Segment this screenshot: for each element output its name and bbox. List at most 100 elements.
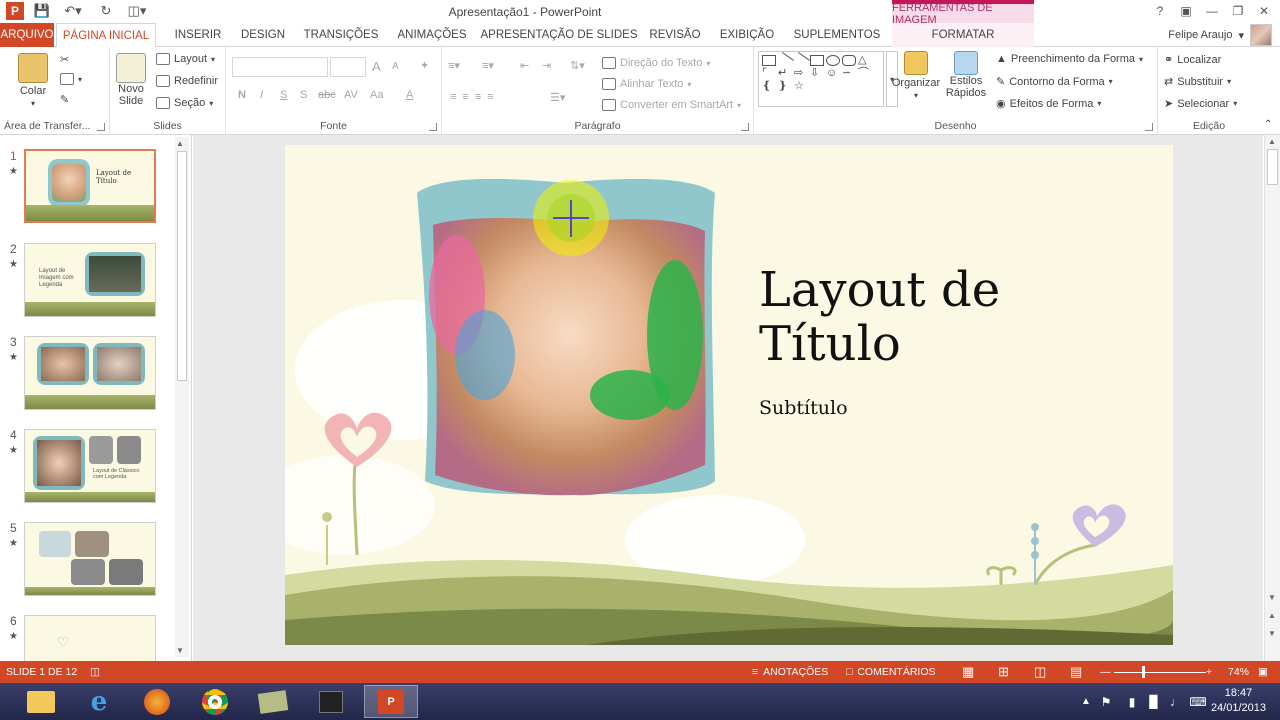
rounded-rect-shape-icon[interactable] — [842, 55, 856, 66]
elbow-connector-icon[interactable]: ⌜ — [762, 68, 776, 79]
increase-indent-icon[interactable]: ⇥ — [542, 59, 551, 72]
shape-outline-button[interactable]: ✎ Contorno da Forma ▾ — [996, 75, 1113, 89]
clear-format-icon[interactable]: ✦ — [420, 59, 429, 72]
minimize-icon[interactable]: — — [1200, 2, 1224, 20]
scroll-thumb[interactable] — [1267, 149, 1278, 185]
slide-thumbnail-5[interactable] — [24, 522, 156, 596]
arrange-button[interactable]: Organizar ▾ — [890, 51, 942, 100]
notes-button[interactable]: ≡ ANOTAÇÕES — [752, 661, 828, 683]
reading-view-icon[interactable]: ◫ — [1034, 661, 1046, 683]
slide-thumbnail-1[interactable]: Layout de Título — [24, 149, 156, 223]
elbow-arrow-icon[interactable]: ↵ — [778, 68, 792, 79]
restore-icon[interactable]: ❐ — [1226, 2, 1250, 20]
slide-canvas[interactable]: Layout de Título Subtítulo — [285, 145, 1173, 645]
select-button[interactable]: ➤ Selecionar ▾ — [1164, 97, 1237, 111]
shapes-gallery[interactable]: △ ⌜ ↵ ⇨ ⇩ ☺ ∽ ⌒ ❴ ❵ ☆ — [758, 51, 884, 107]
rectangle-shape-icon[interactable] — [810, 55, 824, 66]
volume-icon[interactable]: ♩ — [1166, 685, 1186, 718]
collapse-ribbon-icon[interactable]: ⌃ — [1264, 119, 1272, 130]
user-account[interactable]: Felipe Araujo ▾ — [1168, 23, 1272, 47]
underline-button[interactable]: S — [280, 89, 287, 101]
tab-design[interactable]: DESIGN — [236, 23, 290, 47]
normal-view-icon[interactable]: ▦ — [962, 661, 974, 683]
alignment-icons[interactable]: ≡≡≡≡ — [450, 91, 500, 103]
line-spacing-icon[interactable]: ⇅▾ — [570, 59, 585, 72]
curve-shape-icon[interactable]: ∽ — [842, 68, 856, 79]
zoom-level[interactable]: 74% — [1228, 661, 1249, 683]
tab-transicoes[interactable]: TRANSIÇÕES — [298, 23, 384, 47]
slide-sorter-icon[interactable]: ⊞ — [998, 661, 1009, 683]
help-icon[interactable]: ? — [1148, 2, 1172, 20]
text-direction-button[interactable]: Direção do Texto ▾ — [602, 57, 710, 69]
slide-thumbnail-2[interactable]: Layout de Imagem com Legenda — [24, 243, 156, 317]
zoom-in-icon[interactable]: + — [1206, 661, 1212, 683]
shape-effects-button[interactable]: ◉ Efeitos de Forma ▾ — [996, 97, 1101, 111]
show-hidden-icons[interactable]: ▲ — [1078, 685, 1094, 718]
ribbon-display-options-icon[interactable]: ▣ — [1174, 2, 1198, 20]
previous-slide-icon[interactable]: ▲ — [1268, 611, 1276, 620]
cut-button[interactable]: ✂ — [60, 53, 69, 66]
bold-button[interactable]: N — [238, 89, 246, 101]
triangle-shape-icon[interactable]: △ — [858, 55, 872, 66]
tab-pagina-inicial[interactable]: PÁGINA INICIAL — [56, 23, 156, 48]
arc-shape-icon[interactable]: ⌒ — [858, 68, 872, 79]
format-painter-button[interactable]: ✎ — [60, 93, 69, 106]
video-editor-icon[interactable] — [304, 685, 358, 718]
char-spacing-button[interactable]: AV — [344, 89, 358, 101]
shadow-button[interactable]: S — [300, 89, 307, 101]
star-shape-icon[interactable]: ☆ — [794, 81, 808, 92]
text-box-shape-icon[interactable] — [762, 55, 776, 66]
zoom-slider[interactable] — [1114, 661, 1206, 683]
font-launcher-icon[interactable] — [429, 123, 437, 131]
bullets-icon[interactable]: ≡▾ — [448, 59, 460, 72]
spelling-icon[interactable]: ◫ — [90, 661, 100, 683]
scroll-down-icon[interactable]: ▼ — [1268, 593, 1276, 602]
next-slide-icon[interactable]: ▼ — [1268, 629, 1276, 638]
tab-formatar[interactable]: FORMATAR — [892, 23, 1034, 47]
find-button[interactable]: ⚭ Localizar — [1164, 53, 1221, 67]
shape-fill-button[interactable]: ▲ Preenchimento da Forma ▾ — [996, 53, 1143, 65]
slideshow-view-icon[interactable]: ▤ — [1070, 661, 1082, 683]
strikethrough-button[interactable]: abc — [318, 89, 336, 101]
thumbnail-scrollbar[interactable]: ▲ ▼ — [175, 137, 189, 657]
battery-icon[interactable]: ▮ — [1124, 685, 1140, 718]
keyboard-icon[interactable]: ⌨ — [1188, 685, 1208, 718]
tab-suplementos[interactable]: SUPLEMENTOS — [788, 23, 886, 47]
close-icon[interactable]: ✕ — [1252, 2, 1276, 20]
comments-button[interactable]: □ COMENTÁRIOS — [846, 661, 936, 683]
replace-button[interactable]: ⇄ Substituir ▾ — [1164, 75, 1231, 89]
section-button[interactable]: Seção ▾ — [156, 97, 213, 109]
clipboard-launcher-icon[interactable] — [97, 123, 105, 131]
convert-smartart-button[interactable]: Converter em SmartArt ▾ — [602, 99, 741, 111]
zoom-out-icon[interactable]: — — [1100, 661, 1111, 683]
align-text-button[interactable]: Alinhar Texto ▾ — [602, 78, 691, 90]
tab-animacoes[interactable]: ANIMAÇÕES — [392, 23, 472, 47]
taskbar-clock[interactable]: 18:47 24/01/2013 — [1211, 686, 1266, 716]
change-case-button[interactable]: Aa — [370, 89, 383, 101]
scroll-down-icon[interactable]: ▼ — [176, 646, 184, 655]
smiley-shape-icon[interactable]: ☺ — [826, 68, 840, 79]
slide-subtitle[interactable]: Subtítulo — [759, 397, 848, 419]
paragraph-launcher-icon[interactable] — [741, 123, 749, 131]
powerpoint-taskbar-icon[interactable]: P — [364, 685, 418, 718]
grow-font-button[interactable]: A — [372, 59, 381, 74]
bracket-shape-icon[interactable]: ❴ — [762, 81, 776, 92]
right-arrow-shape-icon[interactable]: ⇨ — [794, 68, 808, 79]
brace-shape-icon[interactable]: ❵ — [778, 81, 792, 92]
scroll-up-icon[interactable]: ▲ — [176, 139, 184, 148]
slide-title[interactable]: Layout de Título — [759, 263, 1089, 371]
file-explorer-icon[interactable] — [14, 685, 68, 718]
fit-slide-icon[interactable]: ▣ — [1258, 661, 1268, 683]
tab-arquivo[interactable]: ARQUIVO — [0, 23, 54, 47]
font-size-select[interactable] — [330, 57, 366, 77]
down-arrow-shape-icon[interactable]: ⇩ — [810, 68, 824, 79]
font-name-select[interactable] — [232, 57, 328, 77]
action-center-flag-icon[interactable]: ⚑ — [1098, 685, 1114, 718]
oval-shape-icon[interactable] — [826, 55, 840, 66]
tab-apresentacao[interactable]: APRESENTAÇÃO DE SLIDES — [480, 23, 638, 47]
decrease-indent-icon[interactable]: ⇤ — [520, 59, 529, 72]
quick-styles-button[interactable]: Estilos Rápidos — [942, 51, 990, 99]
tab-inserir[interactable]: INSERIR — [168, 23, 228, 47]
reset-button[interactable]: Redefinir — [156, 75, 218, 87]
italic-button[interactable]: I — [260, 89, 263, 101]
